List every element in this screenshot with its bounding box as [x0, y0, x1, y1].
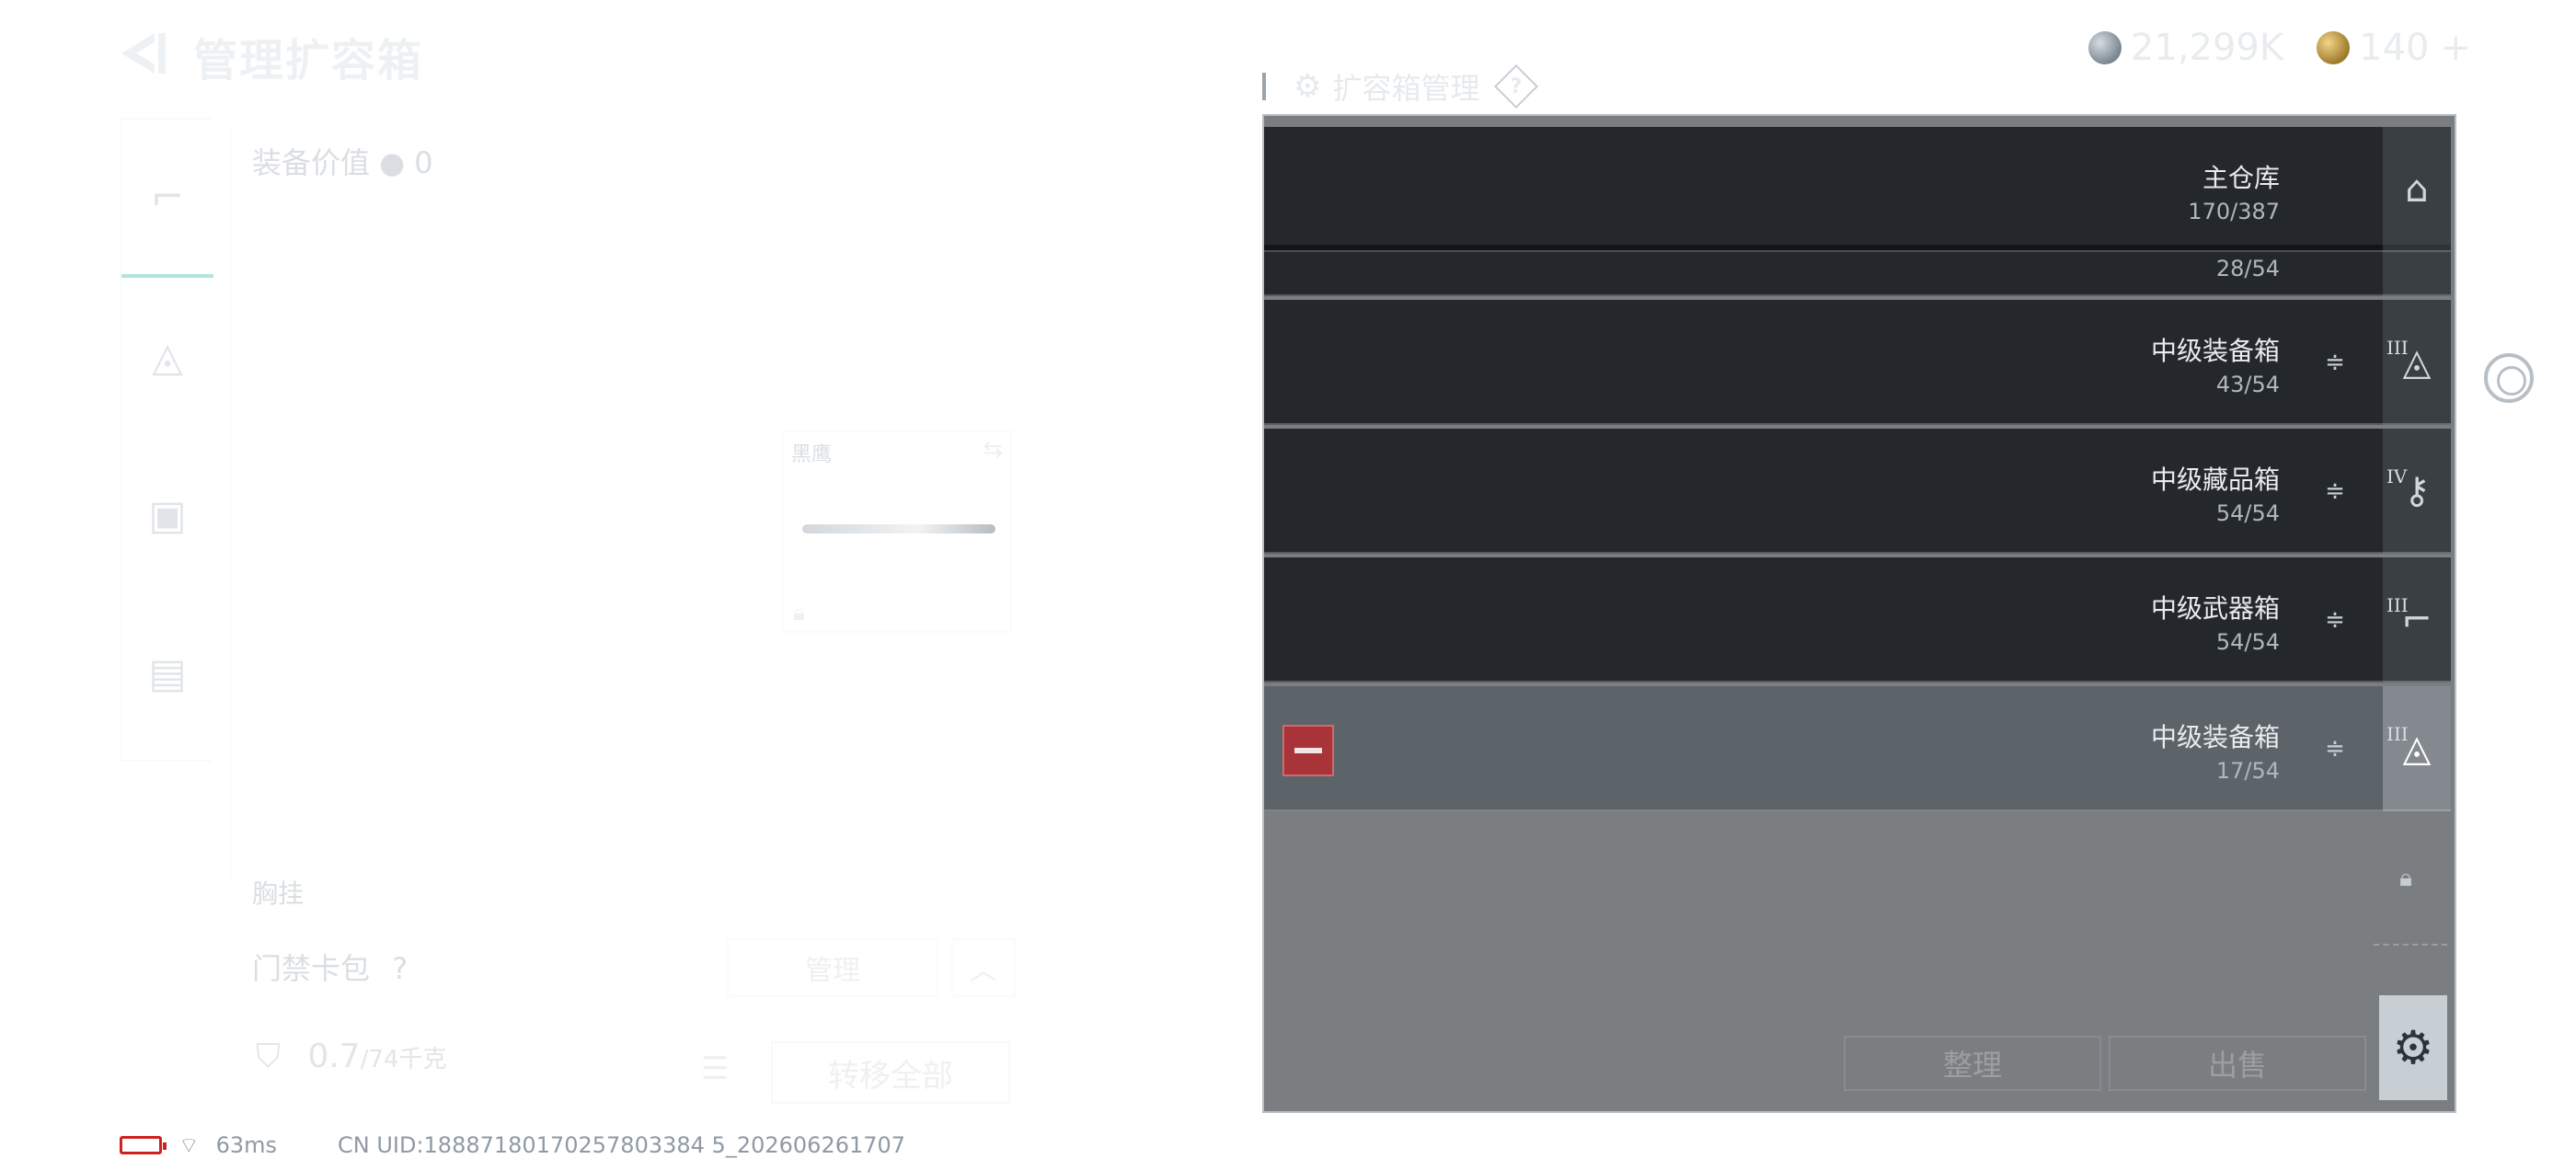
target-ring-icon[interactable]: [2484, 353, 2534, 403]
sell-button[interactable]: 出售: [2109, 1036, 2366, 1091]
container-name: 主仓库: [2202, 163, 2280, 193]
equipment-box-icon: III ◬: [2383, 686, 2451, 811]
container-name: 中级武器箱: [2150, 593, 2280, 624]
title-decoration: [412, 39, 580, 66]
back-icon[interactable]: [118, 28, 173, 79]
tab-helmet[interactable]: ◬: [121, 278, 213, 436]
gun-icon: ⌐: [150, 173, 185, 221]
container-name: 中级藏品箱: [2150, 465, 2280, 495]
manager-title: 扩容箱管理: [1332, 71, 1480, 106]
melee-label: 黑鹰: [791, 443, 833, 466]
settings-gear-button[interactable]: ⚙: [2379, 995, 2447, 1100]
tab-backpack[interactable]: ▤: [121, 594, 213, 752]
container-name: 中级装备箱: [2150, 336, 2280, 366]
container-capacity: 54/54: [2215, 500, 2280, 526]
container-capacity: 28/54: [2215, 256, 2280, 281]
backpack-icon: ▤: [148, 649, 187, 697]
armor-icon: ▣: [148, 491, 187, 539]
drag-handle-icon[interactable]: ≑: [2320, 471, 2350, 511]
collection-box-icon: IV ⚷: [2383, 429, 2451, 554]
gear-icon: ⚙: [1294, 68, 1322, 105]
equip-value-amount: 0: [414, 145, 433, 180]
helmet-icon: ◬: [152, 333, 183, 381]
container-capacity: 54/54: [2215, 629, 2280, 655]
status-bar: ⌔ 63ms CN UID:18887180170257803384 5_202…: [120, 1131, 905, 1159]
keycard-help-icon[interactable]: ?: [392, 951, 408, 986]
loadout-side-tabs: ⌐ ◬ ▣ ▤: [120, 118, 213, 762]
keycard-manage-button[interactable]: 管理: [727, 938, 938, 997]
container-capacity: 170/387: [2188, 199, 2280, 224]
help-icon[interactable]: ?: [1493, 63, 1538, 109]
remove-button[interactable]: [1282, 725, 1334, 776]
page-title: 管理扩容箱: [193, 35, 424, 86]
weight-display: ⛉ 0.7/74千克: [256, 1038, 447, 1076]
header-accent-bar: [1262, 73, 1266, 100]
manager-header: ⚙ 扩容箱管理 ?: [1262, 63, 1538, 109]
transfer-all-button[interactable]: 转移全部: [771, 1041, 1010, 1104]
chest-rig-label: 胸挂: [252, 878, 305, 909]
swap-icon[interactable]: ⇆: [983, 436, 1003, 464]
drag-handle-icon[interactable]: ≑: [2320, 729, 2350, 769]
gold-coin-icon: [2317, 31, 2351, 64]
keycard-label-text: 门禁卡包: [252, 951, 371, 986]
equip-value-label: 装备价值: [252, 145, 371, 180]
lock-icon: 🔒︎: [793, 600, 805, 625]
gear-icon: ⚙: [2392, 1021, 2434, 1074]
container-row-hidden[interactable]: 28/54: [1264, 245, 2451, 296]
battery-icon: [120, 1136, 167, 1154]
container-row-selected[interactable]: 中级装备箱 17/54 ≑ III ◬: [1264, 686, 2451, 811]
weapon-box-icon: III ⌐: [2383, 557, 2451, 683]
organize-button[interactable]: 整理: [1844, 1036, 2101, 1091]
tab-armor[interactable]: ▣: [121, 436, 213, 594]
silver-amount: 21,299K: [2130, 27, 2284, 69]
main-warehouse-row[interactable]: 主仓库 170/387 ⌂: [1264, 127, 2451, 252]
wifi-icon: ⌔: [178, 1132, 200, 1158]
coin-icon: ●: [379, 145, 406, 180]
lock-icon: 🔒︎: [2399, 865, 2412, 892]
drag-handle-icon[interactable]: ≑: [2320, 600, 2350, 640]
equipment-box-icon: III ◬: [2383, 300, 2451, 425]
divider: [2374, 944, 2447, 946]
warehouse-icon: ⌂: [2383, 127, 2451, 252]
ping-text: 63ms: [215, 1132, 277, 1158]
uid-text: CN UID:18887180170257803384 5_2026062617…: [337, 1132, 906, 1158]
container-icon: [2383, 245, 2451, 296]
silver-coin-icon: [2087, 31, 2122, 64]
help-icon-text: ?: [1510, 75, 1522, 98]
keycard-row: 门禁卡包 ? 管理 ︿: [230, 918, 1030, 1019]
tier-label: IV: [2386, 465, 2408, 488]
tier-label: III: [2386, 594, 2409, 616]
manager-bottom-buttons: 整理 出售: [1844, 1036, 2366, 1091]
tab-weapons[interactable]: ⌐: [121, 120, 213, 278]
gold-amount: 140: [2359, 27, 2430, 69]
keycard-label: 门禁卡包 ?: [252, 946, 408, 988]
melee-slot[interactable]: 黑鹰 ⇆ 🔒︎: [782, 430, 1012, 633]
container-manager-panel: 28/54 主仓库 170/387 ⌂ 中级装备箱 43/54 ≑ III ◬ 中…: [1262, 114, 2456, 1113]
equip-value: 装备价值 ● 0: [252, 140, 433, 182]
list-icon[interactable]: ☰: [701, 1050, 729, 1087]
weight-icon: ⛉: [256, 1038, 282, 1075]
container-row[interactable]: 中级武器箱 54/54 ≑ III ⌐: [1264, 557, 2451, 683]
loadout-panel: ⌐ ◬ ▣ ▤ 装备价值 ● 0 黑鹰 ⇆ 🔒︎ 胸挂 门禁卡包 ? 管理 ︿ …: [120, 118, 1040, 1104]
tier-label: III: [2386, 723, 2409, 745]
chevron-up-icon[interactable]: ︿: [951, 938, 1016, 997]
currency-bar: 21,299K 140 +: [2023, 26, 2471, 70]
container-capacity: 43/54: [2215, 372, 2280, 397]
container-name: 中级装备箱: [2150, 722, 2280, 752]
tier-label: III: [2386, 337, 2409, 359]
weight-value: 0.7: [307, 1038, 361, 1075]
container-row[interactable]: 中级装备箱 43/54 ≑ III ◬: [1264, 300, 2451, 425]
weight-max: /74千克: [360, 1046, 447, 1073]
add-currency-button[interactable]: +: [2440, 27, 2471, 69]
knife-image: [802, 524, 995, 534]
drag-handle-icon[interactable]: ≑: [2320, 342, 2350, 383]
container-row[interactable]: 中级藏品箱 54/54 ≑ IV ⚷: [1264, 429, 2451, 554]
container-capacity: 17/54: [2215, 758, 2280, 784]
